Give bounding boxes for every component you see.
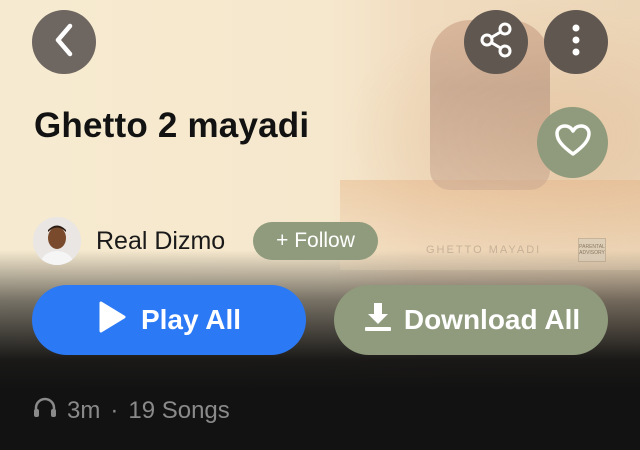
chevron-left-icon <box>50 22 78 63</box>
play-icon <box>97 300 127 341</box>
heart-icon <box>554 123 592 162</box>
stats-separator: · <box>110 396 119 424</box>
artist-avatar[interactable] <box>33 217 81 265</box>
download-all-button[interactable]: Download All <box>334 285 608 355</box>
artist-name[interactable]: Real Dizmo <box>96 227 225 256</box>
play-all-label: Play All <box>140 304 242 335</box>
download-all-label: Download All <box>403 304 581 335</box>
download-icon <box>362 301 394 340</box>
like-button[interactable] <box>537 107 608 178</box>
song-count: 19 Songs <box>128 396 230 424</box>
artwork-caption: GHETTO MAYADI <box>426 244 542 256</box>
back-button[interactable] <box>32 10 96 74</box>
play-all-button[interactable]: Play All <box>32 285 306 355</box>
headphones-icon <box>33 396 57 425</box>
parental-advisory-badge: PARENTAL ADVISORY <box>578 238 606 262</box>
follow-button[interactable]: + Follow <box>253 222 378 260</box>
album-stats: 3m · 19 Songs <box>33 396 230 425</box>
more-vertical-icon <box>571 23 581 62</box>
more-options-button[interactable] <box>544 10 608 74</box>
album-title: Ghetto 2 mayadi <box>34 106 310 145</box>
listen-count: 3m <box>67 396 101 424</box>
share-button[interactable] <box>464 10 528 74</box>
share-icon <box>476 20 516 65</box>
